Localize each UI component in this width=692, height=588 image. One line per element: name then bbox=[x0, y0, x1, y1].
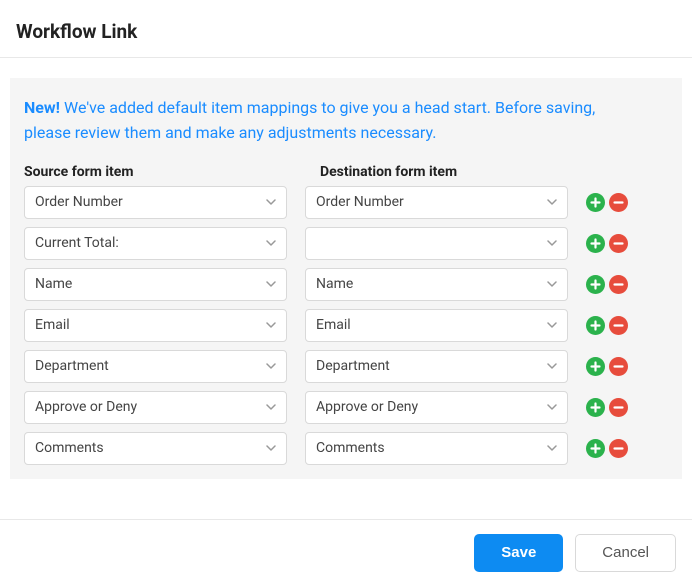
notice-badge: New! bbox=[24, 98, 60, 117]
dialog-header: Workflow Link bbox=[0, 0, 692, 58]
mapping-row: Approve or Deny Approve or Deny bbox=[24, 391, 668, 424]
add-row-button[interactable] bbox=[586, 357, 605, 376]
remove-row-button[interactable] bbox=[609, 398, 628, 417]
chevron-down-icon bbox=[545, 318, 559, 332]
plus-icon bbox=[590, 443, 601, 454]
row-actions bbox=[586, 398, 628, 417]
dest-select[interactable]: Order Number bbox=[305, 186, 568, 219]
add-row-button[interactable] bbox=[586, 234, 605, 253]
source-column-header: Source form item bbox=[24, 164, 302, 180]
source-select-value: Approve or Deny bbox=[35, 399, 137, 415]
dialog-footer: Save Cancel bbox=[0, 519, 692, 588]
minus-icon bbox=[613, 320, 624, 331]
notice-banner: New! We've added default item mappings t… bbox=[24, 96, 634, 146]
mapping-row: Order Number Order Number bbox=[24, 186, 668, 219]
source-select-value: Department bbox=[35, 358, 109, 374]
cancel-button[interactable]: Cancel bbox=[575, 534, 676, 572]
chevron-down-icon bbox=[264, 441, 278, 455]
chevron-down-icon bbox=[545, 277, 559, 291]
source-select-value: Email bbox=[35, 317, 70, 333]
add-row-button[interactable] bbox=[586, 316, 605, 335]
minus-icon bbox=[613, 443, 624, 454]
minus-icon bbox=[613, 402, 624, 413]
plus-icon bbox=[590, 197, 601, 208]
dest-select-value: Name bbox=[316, 276, 353, 292]
add-row-button[interactable] bbox=[586, 275, 605, 294]
chevron-down-icon bbox=[264, 277, 278, 291]
dest-select-value: Email bbox=[316, 317, 351, 333]
remove-row-button[interactable] bbox=[609, 357, 628, 376]
remove-row-button[interactable] bbox=[609, 193, 628, 212]
dest-select[interactable] bbox=[305, 227, 568, 260]
source-select-value: Order Number bbox=[35, 194, 123, 210]
row-actions bbox=[586, 193, 628, 212]
chevron-down-icon bbox=[264, 359, 278, 373]
save-button[interactable]: Save bbox=[474, 534, 563, 572]
minus-icon bbox=[613, 197, 624, 208]
plus-icon bbox=[590, 320, 601, 331]
dest-select-value: Comments bbox=[316, 440, 385, 456]
chevron-down-icon bbox=[264, 318, 278, 332]
add-row-button[interactable] bbox=[586, 439, 605, 458]
mapping-rows: Order Number Order Number Current Total: Na… bbox=[24, 186, 668, 465]
dest-select[interactable]: Name bbox=[305, 268, 568, 301]
source-select[interactable]: Current Total: bbox=[24, 227, 287, 260]
dest-select-value: Department bbox=[316, 358, 390, 374]
dest-select[interactable]: Approve or Deny bbox=[305, 391, 568, 424]
chevron-down-icon bbox=[264, 400, 278, 414]
source-select[interactable]: Email bbox=[24, 309, 287, 342]
source-select-value: Comments bbox=[35, 440, 104, 456]
dest-select[interactable]: Department bbox=[305, 350, 568, 383]
source-select[interactable]: Department bbox=[24, 350, 287, 383]
add-row-button[interactable] bbox=[586, 193, 605, 212]
mapping-row: Email Email bbox=[24, 309, 668, 342]
source-select[interactable]: Name bbox=[24, 268, 287, 301]
source-select-value: Current Total: bbox=[35, 235, 119, 251]
source-select[interactable]: Order Number bbox=[24, 186, 287, 219]
source-select-value: Name bbox=[35, 276, 72, 292]
notice-text: We've added default item mappings to giv… bbox=[24, 98, 595, 142]
minus-icon bbox=[613, 238, 624, 249]
dialog-content: New! We've added default item mappings t… bbox=[0, 58, 692, 489]
chevron-down-icon bbox=[545, 236, 559, 250]
chevron-down-icon bbox=[545, 359, 559, 373]
mapping-row: Department Department bbox=[24, 350, 668, 383]
remove-row-button[interactable] bbox=[609, 439, 628, 458]
page-title: Workflow Link bbox=[16, 20, 676, 43]
chevron-down-icon bbox=[545, 441, 559, 455]
dest-select-value: Approve or Deny bbox=[316, 399, 418, 415]
row-actions bbox=[586, 316, 628, 335]
mapping-row: Comments Comments bbox=[24, 432, 668, 465]
minus-icon bbox=[613, 361, 624, 372]
row-actions bbox=[586, 275, 628, 294]
plus-icon bbox=[590, 279, 601, 290]
plus-icon bbox=[590, 361, 601, 372]
chevron-down-icon bbox=[264, 236, 278, 250]
chevron-down-icon bbox=[545, 400, 559, 414]
dest-select-value: Order Number bbox=[316, 194, 404, 210]
mapping-row: Name Name bbox=[24, 268, 668, 301]
dest-select[interactable]: Comments bbox=[305, 432, 568, 465]
plus-icon bbox=[590, 402, 601, 413]
source-select[interactable]: Comments bbox=[24, 432, 287, 465]
plus-icon bbox=[590, 238, 601, 249]
add-row-button[interactable] bbox=[586, 398, 605, 417]
row-actions bbox=[586, 357, 628, 376]
source-select[interactable]: Approve or Deny bbox=[24, 391, 287, 424]
remove-row-button[interactable] bbox=[609, 275, 628, 294]
dest-column-header: Destination form item bbox=[320, 164, 598, 180]
row-actions bbox=[586, 234, 628, 253]
mapping-row: Current Total: bbox=[24, 227, 668, 260]
chevron-down-icon bbox=[545, 195, 559, 209]
chevron-down-icon bbox=[264, 195, 278, 209]
mapping-panel: New! We've added default item mappings t… bbox=[10, 78, 682, 479]
remove-row-button[interactable] bbox=[609, 316, 628, 335]
minus-icon bbox=[613, 279, 624, 290]
row-actions bbox=[586, 439, 628, 458]
remove-row-button[interactable] bbox=[609, 234, 628, 253]
dest-select[interactable]: Email bbox=[305, 309, 568, 342]
column-headers: Source form item Destination form item bbox=[24, 164, 668, 180]
